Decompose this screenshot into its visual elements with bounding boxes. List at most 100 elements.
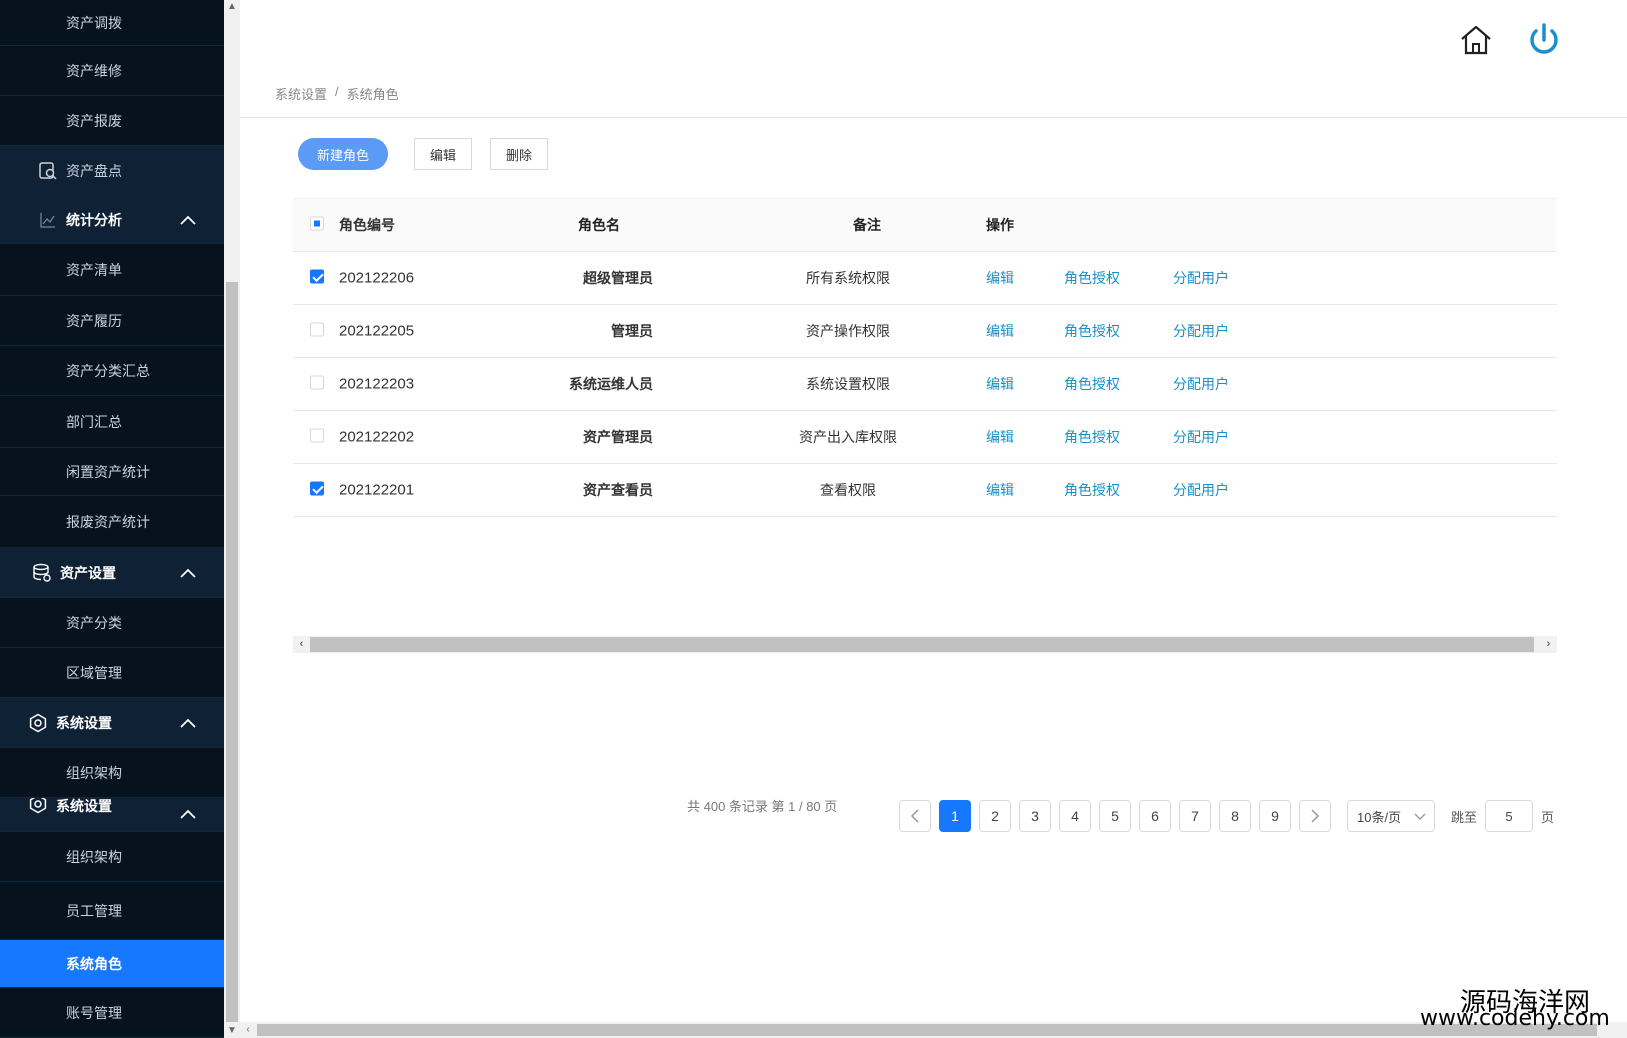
sidebar-item-asset-history[interactable]: 资产履历 [0, 296, 224, 346]
delete-button[interactable]: 删除 [490, 138, 549, 170]
row-assign-users-link[interactable]: 分配用户 [1173, 427, 1229, 447]
sidebar-item-organization-2[interactable]: 组织架构 [0, 832, 224, 882]
sidebar-item-label: 账号管理 [66, 1004, 122, 1021]
sidebar-item-label: 部门汇总 [66, 413, 122, 430]
chevron-down-icon [1414, 813, 1426, 820]
new-role-button[interactable]: 新建角色 [298, 138, 388, 170]
sidebar-item-idle-assets[interactable]: 闲置资产统计 [0, 448, 224, 496]
row-authorize-link[interactable]: 角色授权 [1064, 321, 1120, 341]
role-id: 202122202 [339, 428, 415, 446]
chevron-up-icon [180, 715, 196, 731]
page-button-6[interactable]: 6 [1139, 800, 1171, 832]
scroll-down-arrow-icon[interactable]: ▼ [224, 1024, 240, 1038]
sidebar-item-label: 闲置资产统计 [66, 463, 150, 480]
sidebar-group-label: 系统设置 [56, 798, 112, 814]
breadcrumb-parent[interactable]: 系统设置 [275, 84, 327, 103]
jump-page-input[interactable]: 5 [1485, 800, 1534, 832]
scrollbar-thumb[interactable] [226, 282, 238, 1022]
home-button[interactable] [1458, 22, 1494, 58]
row-authorize-link[interactable]: 角色授权 [1064, 427, 1120, 447]
page-button-7[interactable]: 7 [1179, 800, 1211, 832]
role-id: 202122206 [339, 269, 415, 287]
row-edit-link[interactable]: 编辑 [986, 321, 1014, 341]
row-checkbox[interactable] [310, 375, 324, 393]
row-checkbox[interactable] [310, 428, 324, 446]
scroll-up-arrow-icon[interactable]: ▲ [224, 0, 240, 14]
sidebar-item-organization[interactable]: 组织架构 [0, 748, 224, 798]
row-edit-link[interactable]: 编辑 [986, 268, 1014, 288]
row-edit-link[interactable]: 编辑 [986, 374, 1014, 394]
sidebar-item-asset-category[interactable]: 资产分类 [0, 598, 224, 648]
sidebar-item-label: 员工管理 [66, 902, 122, 919]
sidebar-item-label: 区域管理 [66, 664, 122, 681]
sidebar-item-area-management[interactable]: 区域管理 [0, 648, 224, 698]
next-page-button[interactable] [1299, 800, 1331, 832]
gear-icon [28, 798, 48, 814]
scrollbar-thumb[interactable] [310, 637, 1534, 652]
page-button-3[interactable]: 3 [1019, 800, 1051, 832]
role-id: 202122201 [339, 481, 415, 499]
logout-button[interactable] [1524, 20, 1564, 60]
page-size-select[interactable]: 10条/页 [1347, 800, 1435, 832]
table-horizontal-scrollbar[interactable]: ‹ › [293, 636, 1557, 653]
sidebar-item-asset-repair[interactable]: 资产维修 [0, 46, 224, 96]
page-button-4[interactable]: 4 [1059, 800, 1091, 832]
row-authorize-link[interactable]: 角色授权 [1064, 268, 1120, 288]
sidebar-item-staff-management[interactable]: 员工管理 [0, 882, 224, 940]
sidebar-item-asset-list[interactable]: 资产清单 [0, 244, 224, 296]
sidebar-item-asset-transfer[interactable]: 资产调拨 [0, 0, 224, 46]
page-horizontal-scrollbar[interactable]: ‹ [240, 1022, 1627, 1038]
sidebar-item-department-summary[interactable]: 部门汇总 [0, 396, 224, 448]
row-edit-link[interactable]: 编辑 [986, 427, 1014, 447]
page-button-8[interactable]: 8 [1219, 800, 1251, 832]
sidebar-group-system-settings[interactable]: 系统设置 [0, 698, 224, 748]
select-all-checkbox[interactable] [310, 216, 324, 234]
row-assign-users-link[interactable]: 分配用户 [1173, 321, 1229, 341]
page-button-1[interactable]: 1 [939, 800, 971, 832]
header-role-id: 角色编号 [339, 217, 395, 233]
row-checkbox[interactable] [310, 269, 324, 287]
row-edit-link[interactable]: 编辑 [986, 480, 1014, 500]
row-assign-users-link[interactable]: 分配用户 [1173, 480, 1229, 500]
sidebar-item-category-summary[interactable]: 资产分类汇总 [0, 346, 224, 396]
sidebar-item-asset-scrap[interactable]: 资产报废 [0, 96, 224, 146]
scrollbar-thumb[interactable] [257, 1024, 1597, 1036]
sidebar-item-system-roles[interactable]: 系统角色 [0, 940, 224, 988]
sidebar-group-system-settings-2[interactable]: 系统设置 [0, 798, 224, 832]
sidebar-group-label: 资产设置 [60, 564, 116, 581]
sidebar-item-scrapped-assets[interactable]: 报废资产统计 [0, 496, 224, 548]
scroll-left-arrow-icon[interactable]: ‹ [240, 1022, 256, 1038]
edit-button[interactable]: 编辑 [414, 138, 473, 170]
roles-table: 角色编号 角色名 备注 操作 202122206 超级管理员 所有系统权限 编辑… [293, 198, 1557, 517]
prev-page-button[interactable] [899, 800, 931, 832]
header-operations: 操作 [986, 217, 1014, 233]
sidebar-group-statistics[interactable]: 统计分析 [0, 196, 224, 244]
sidebar-scrollbar[interactable]: ▲ ▼ [224, 0, 240, 1038]
sidebar-group-asset-settings[interactable]: 资产设置 [0, 548, 224, 598]
row-checkbox[interactable] [310, 481, 324, 499]
page-button-9[interactable]: 9 [1259, 800, 1291, 832]
scroll-right-arrow-icon[interactable]: › [1540, 636, 1557, 653]
table-row: 202122203 系统运维人员 系统设置权限 编辑 角色授权 分配用户 [293, 358, 1557, 411]
page-button-2[interactable]: 2 [979, 800, 1011, 832]
chevron-left-icon [910, 809, 919, 823]
row-authorize-link[interactable]: 角色授权 [1064, 480, 1120, 500]
role-name: 超级管理员 [583, 270, 653, 286]
role-name: 管理员 [611, 323, 653, 339]
role-remark: 系统设置权限 [806, 376, 890, 392]
chevron-right-icon [1311, 809, 1320, 823]
line-chart-icon [38, 210, 58, 230]
row-checkbox[interactable] [310, 322, 324, 340]
scroll-left-arrow-icon[interactable]: ‹ [293, 636, 310, 653]
sidebar-item-asset-inventory[interactable]: 资产盘点 [0, 146, 224, 196]
sidebar-item-label: 资产履历 [66, 312, 122, 329]
breadcrumb-separator: / [335, 84, 339, 99]
page-button-5[interactable]: 5 [1099, 800, 1131, 832]
row-authorize-link[interactable]: 角色授权 [1064, 374, 1120, 394]
sidebar-item-label: 组织架构 [66, 848, 122, 865]
row-assign-users-link[interactable]: 分配用户 [1173, 268, 1229, 288]
row-assign-users-link[interactable]: 分配用户 [1173, 374, 1229, 394]
sidebar-group-label: 统计分析 [66, 211, 122, 228]
sidebar-item-account-management[interactable]: 账号管理 [0, 988, 224, 1038]
toolbar: 新建角色 编辑 删除 [298, 138, 549, 170]
